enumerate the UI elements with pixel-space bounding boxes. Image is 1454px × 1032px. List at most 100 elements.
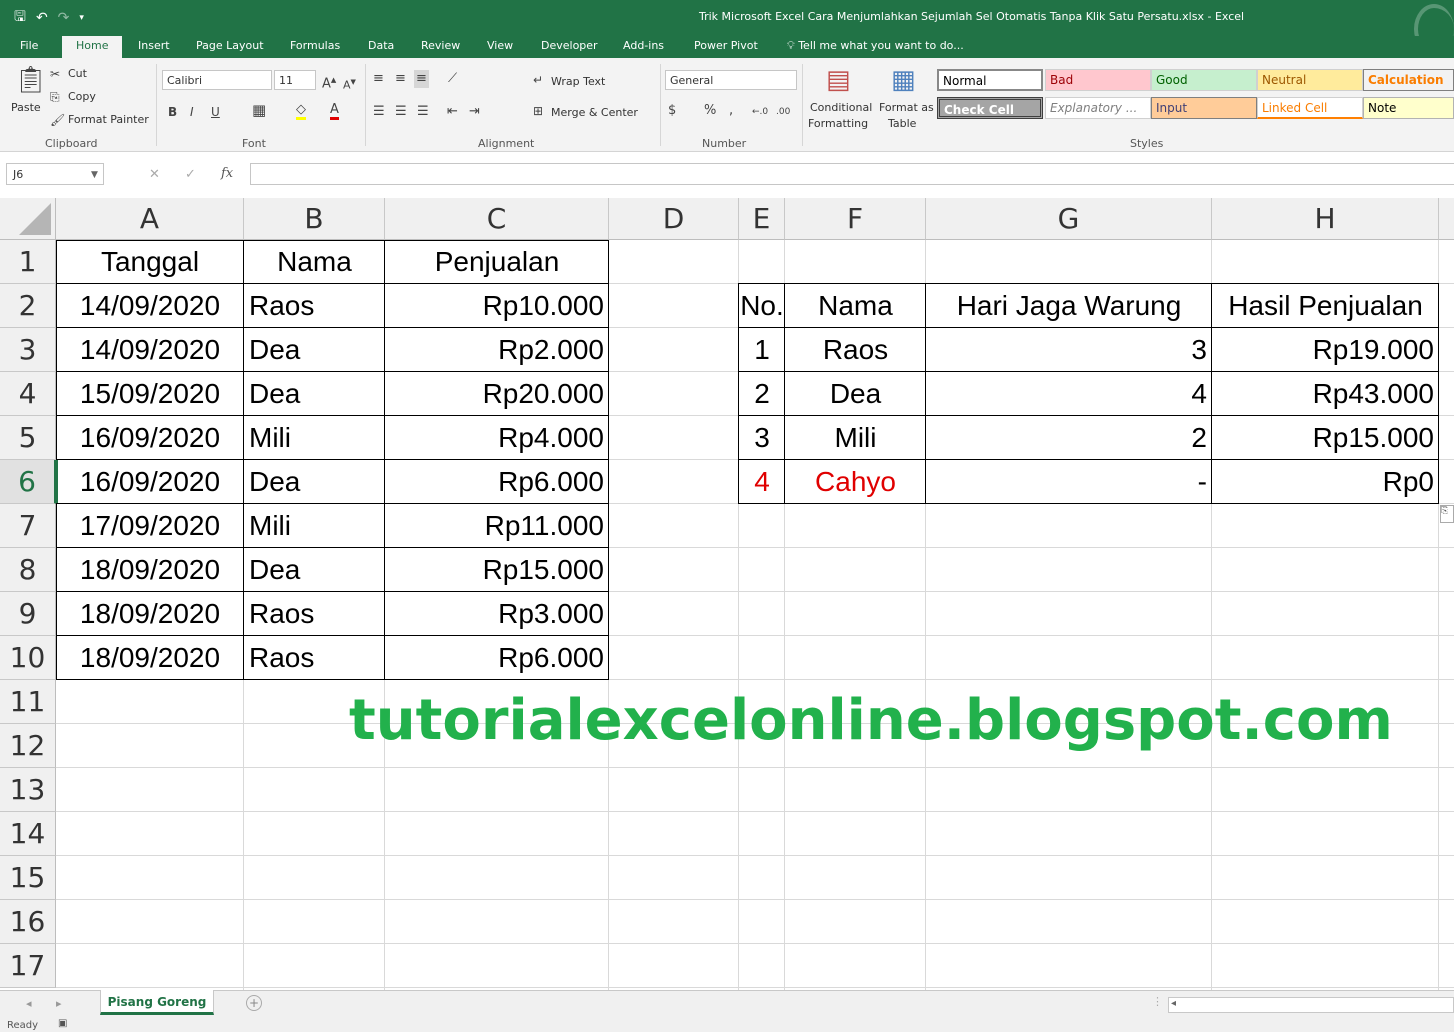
- align-middle-icon[interactable]: ≡: [395, 72, 406, 86]
- name-cell[interactable]: Raos: [244, 636, 385, 680]
- row-header[interactable]: 17: [0, 944, 56, 988]
- tab-power-pivot[interactable]: Power Pivot: [694, 39, 758, 52]
- amount-cell[interactable]: Rp3.000: [385, 592, 609, 636]
- style-good[interactable]: Good: [1151, 69, 1257, 91]
- style-explanatory[interactable]: Explanatory ...: [1045, 97, 1151, 119]
- row-header[interactable]: 3: [0, 328, 56, 372]
- header-cell-hari-jaga-warung[interactable]: Hari Jaga Warung: [926, 284, 1212, 328]
- number-cell[interactable]: 3: [739, 416, 785, 460]
- name-cell[interactable]: Dea: [244, 460, 385, 504]
- column-header-g[interactable]: G: [926, 198, 1212, 240]
- cancel-icon[interactable]: ✕: [149, 168, 160, 182]
- header-cell-nama[interactable]: Nama: [244, 240, 385, 284]
- increase-indent-icon[interactable]: ⇥: [469, 105, 480, 119]
- save-icon[interactable]: 🖫: [14, 6, 26, 30]
- column-header-h[interactable]: H: [1212, 198, 1439, 240]
- row-header[interactable]: 10: [0, 636, 56, 680]
- name-cell-highlighted[interactable]: Cahyo: [785, 460, 926, 504]
- total-cell[interactable]: Rp43.000: [1212, 372, 1439, 416]
- style-calculation[interactable]: Calculation: [1363, 69, 1454, 91]
- tab-home[interactable]: Home: [62, 36, 123, 58]
- name-box[interactable]: J6: [6, 163, 104, 185]
- align-top-icon[interactable]: ≡: [373, 72, 384, 86]
- amount-cell[interactable]: Rp6.000: [385, 636, 609, 680]
- date-cell[interactable]: 17/09/2020: [56, 504, 244, 548]
- percent-button[interactable]: %: [704, 104, 716, 118]
- borders-icon[interactable]: ▦: [252, 103, 266, 118]
- undo-icon[interactable]: ↶: [36, 10, 48, 26]
- enter-icon[interactable]: ✓: [185, 168, 196, 182]
- amount-cell[interactable]: Rp20.000: [385, 372, 609, 416]
- formula-input[interactable]: [250, 163, 1454, 185]
- header-cell-hasil-penjualan[interactable]: Hasil Penjualan: [1212, 284, 1439, 328]
- row-header[interactable]: 4: [0, 372, 56, 416]
- conditional-formatting-label-2[interactable]: Formatting: [808, 117, 868, 130]
- amount-cell[interactable]: Rp15.000: [385, 548, 609, 592]
- name-cell[interactable]: Raos: [785, 328, 926, 372]
- row-header[interactable]: 9: [0, 592, 56, 636]
- decrease-decimal-icon[interactable]: .00: [776, 105, 790, 119]
- name-cell[interactable]: Dea: [244, 372, 385, 416]
- font-name-select[interactable]: Calibri: [162, 70, 272, 90]
- insert-function-icon[interactable]: fx: [221, 167, 233, 181]
- date-cell[interactable]: 18/09/2020: [56, 592, 244, 636]
- date-cell[interactable]: 14/09/2020: [56, 284, 244, 328]
- total-cell[interactable]: Rp15.000: [1212, 416, 1439, 460]
- horizontal-scrollbar[interactable]: ◂: [1168, 997, 1454, 1013]
- style-linked-cell[interactable]: Linked Cell: [1257, 97, 1363, 119]
- align-center-icon[interactable]: ☰: [395, 105, 407, 119]
- column-header-e[interactable]: E: [739, 198, 785, 240]
- customize-toolbar-icon[interactable]: ▾: [79, 13, 84, 23]
- date-cell[interactable]: 16/09/2020: [56, 416, 244, 460]
- days-cell[interactable]: -: [926, 460, 1212, 504]
- tab-insert[interactable]: Insert: [138, 39, 170, 52]
- style-neutral[interactable]: Neutral: [1257, 69, 1363, 91]
- row-header[interactable]: 8: [0, 548, 56, 592]
- row-header[interactable]: 11: [0, 680, 56, 724]
- tab-formulas[interactable]: Formulas: [290, 39, 340, 52]
- name-cell[interactable]: Raos: [244, 284, 385, 328]
- row-header[interactable]: 16: [0, 900, 56, 944]
- font-color-icon[interactable]: A: [330, 103, 339, 120]
- amount-cell[interactable]: Rp2.000: [385, 328, 609, 372]
- increase-font-icon[interactable]: A▲: [322, 73, 336, 91]
- format-as-table-label-1[interactable]: Format as: [879, 101, 934, 114]
- row-header[interactable]: 7: [0, 504, 56, 548]
- column-header-a[interactable]: A: [56, 198, 244, 240]
- cut-button[interactable]: Cut: [68, 67, 87, 80]
- underline-button[interactable]: U: [211, 105, 220, 119]
- header-cell-nama[interactable]: Nama: [785, 284, 926, 328]
- column-header-f[interactable]: F: [785, 198, 926, 240]
- number-cell[interactable]: 1: [739, 328, 785, 372]
- days-cell[interactable]: 2: [926, 416, 1212, 460]
- amount-cell[interactable]: Rp6.000: [385, 460, 609, 504]
- date-cell[interactable]: 18/09/2020: [56, 548, 244, 592]
- amount-cell[interactable]: Rp10.000: [385, 284, 609, 328]
- row-header[interactable]: 12: [0, 724, 56, 768]
- decrease-font-icon[interactable]: A▼: [343, 75, 356, 93]
- align-left-icon[interactable]: ☰: [373, 105, 385, 119]
- tab-view[interactable]: View: [487, 39, 513, 52]
- conditional-formatting-label-1[interactable]: Conditional: [810, 101, 872, 114]
- split-handle-icon[interactable]: ⋮: [1152, 995, 1163, 1008]
- row-header[interactable]: 2: [0, 284, 56, 328]
- date-cell[interactable]: 15/09/2020: [56, 372, 244, 416]
- name-cell[interactable]: Raos: [244, 592, 385, 636]
- total-cell[interactable]: Rp19.000: [1212, 328, 1439, 372]
- format-painter-button[interactable]: Format Painter: [68, 113, 149, 126]
- format-as-table-label-2[interactable]: Table: [888, 117, 916, 130]
- paste-button[interactable]: Paste: [11, 101, 41, 114]
- macro-record-icon[interactable]: ▣: [58, 1018, 67, 1029]
- scroll-left-icon[interactable]: ◂: [26, 997, 32, 1010]
- column-header-i[interactable]: [1439, 198, 1454, 240]
- increase-decimal-icon[interactable]: ←.0: [752, 105, 768, 119]
- orientation-icon[interactable]: ⟋: [448, 72, 457, 86]
- sheet-tab-pisang-goreng[interactable]: Pisang Goreng: [100, 990, 214, 1015]
- row-header[interactable]: 15: [0, 856, 56, 900]
- date-cell[interactable]: 16/09/2020: [56, 460, 244, 504]
- select-all-button[interactable]: [0, 198, 56, 240]
- name-cell[interactable]: Dea: [244, 328, 385, 372]
- column-header-d[interactable]: D: [609, 198, 739, 240]
- merge-center-button[interactable]: Merge & Center: [551, 106, 638, 119]
- tab-file[interactable]: File: [20, 39, 38, 52]
